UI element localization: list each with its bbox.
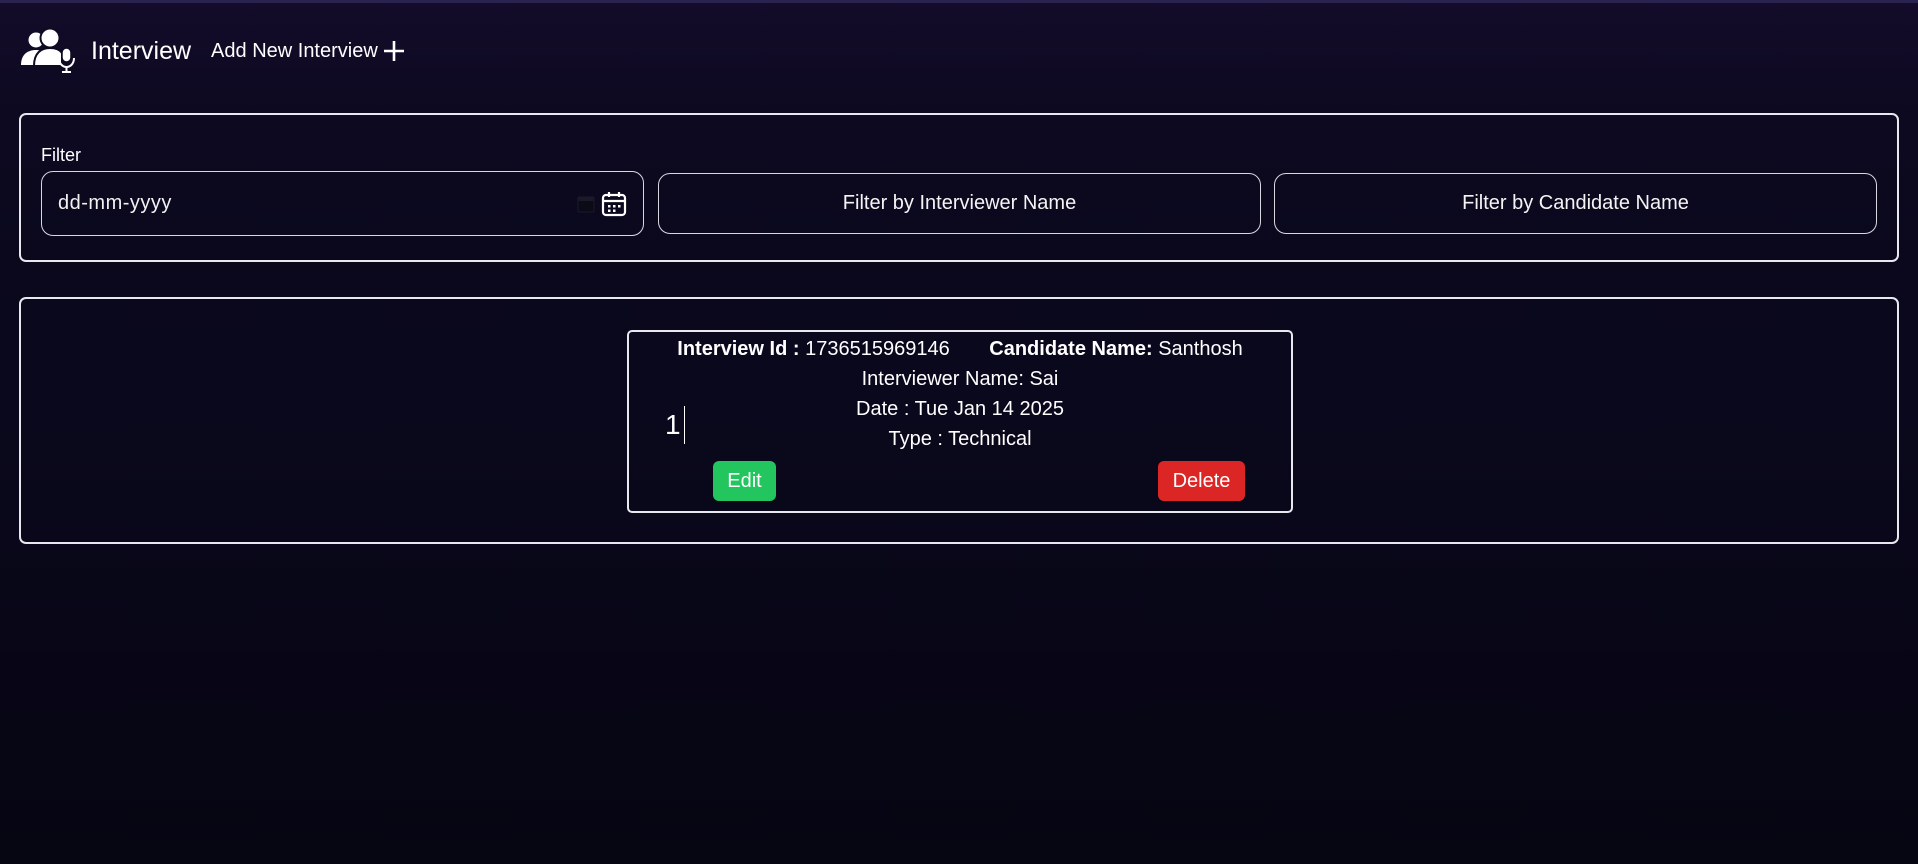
interview-index-input[interactable]: 1	[665, 406, 685, 444]
interview-id-label: Interview Id :	[677, 338, 800, 360]
filter-label: Filter	[41, 145, 81, 165]
interviewer-name-line: Interviewer Name: Sai	[861, 368, 1059, 390]
text-caret	[683, 406, 685, 444]
candidate-name: Candidate Name: Santhosh	[989, 338, 1242, 360]
date-picker-indicator-icon[interactable]	[577, 195, 595, 213]
interviewer-name-filter-input[interactable]: Filter by Interviewer Name	[658, 173, 1261, 234]
interview-id: Interview Id : 1736515969146	[677, 338, 955, 360]
candidate-filter-placeholder: Filter by Candidate Name	[1462, 192, 1689, 214]
interview-type-line: Type : Technical	[888, 428, 1032, 450]
users-microphone-icon[interactable]	[20, 28, 76, 74]
filter-panel: Filter dd-mm-yyyy Filter by Interviewer …	[19, 113, 1899, 262]
interview-index-value: 1	[665, 409, 681, 440]
plus-icon	[383, 41, 404, 61]
candidate-name-filter-input[interactable]: Filter by Candidate Name	[1274, 173, 1877, 234]
add-new-interview-button[interactable]: Add New Interview	[211, 39, 406, 63]
top-border	[0, 0, 1918, 3]
interview-id-candidate-line: Interview Id : 1736515969146 Candidate N…	[629, 338, 1291, 361]
interview-list-panel: Interview Id : 1736515969146 Candidate N…	[19, 297, 1899, 544]
date-filter-value: dd-mm-yyyy	[58, 192, 172, 214]
add-new-interview-label: Add New Interview	[211, 39, 378, 62]
delete-button[interactable]: Delete	[1158, 461, 1245, 501]
date-filter-input[interactable]: dd-mm-yyyy	[41, 171, 644, 236]
edit-button[interactable]: Edit	[713, 461, 776, 501]
header: Interview Add New Interview	[20, 26, 406, 76]
candidate-name-value: Santhosh	[1158, 338, 1243, 360]
interviewer-filter-placeholder: Filter by Interviewer Name	[842, 192, 1077, 214]
candidate-name-label: Candidate Name:	[989, 338, 1153, 360]
calendar-icon[interactable]	[601, 191, 627, 217]
interview-card: Interview Id : 1736515969146 Candidate N…	[627, 330, 1293, 513]
interview-id-value: 1736515969146	[805, 338, 950, 360]
interview-date-line: Date : Tue Jan 14 2025	[856, 398, 1064, 420]
app-title: Interview	[91, 36, 192, 65]
